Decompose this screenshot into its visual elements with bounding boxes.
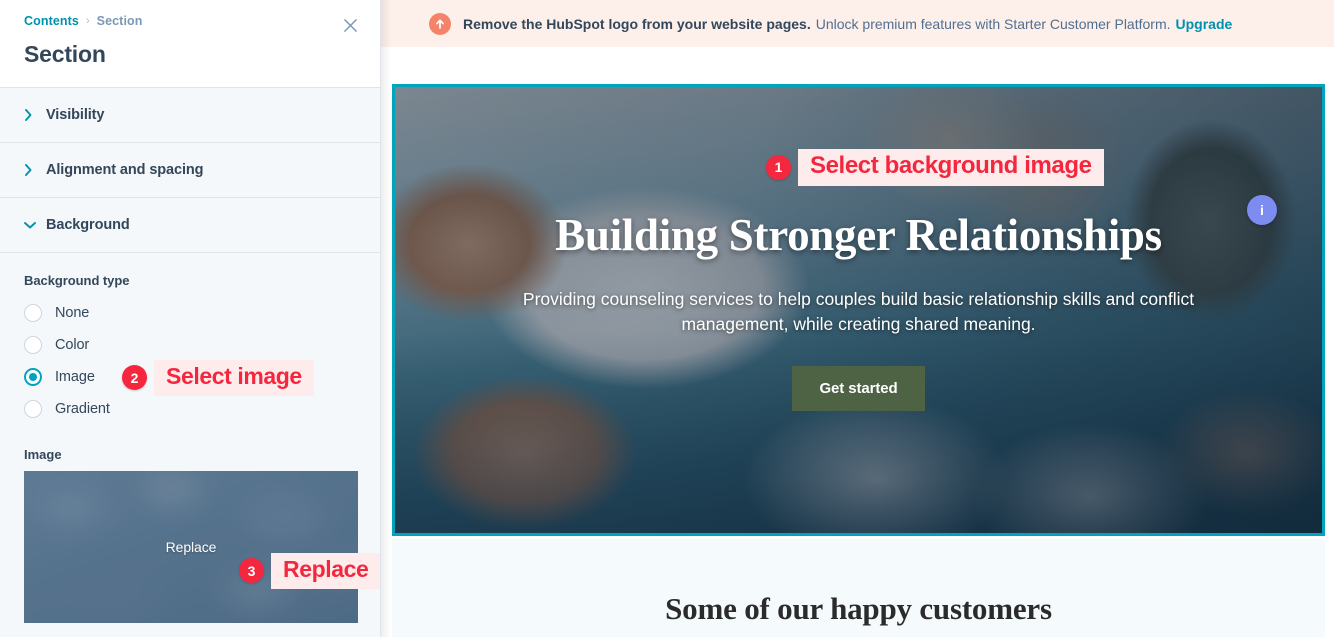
close-icon [343,18,358,38]
notice-headline: Remove the HubSpot logo from your websit… [463,15,811,32]
editor-root: Contents › Section Section Visibility Al… [0,0,1334,637]
chevron-down-icon [24,221,46,229]
accordion-label: Alignment and spacing [46,162,204,178]
breadcrumb: Contents › Section [24,14,356,28]
radio-label: Color [55,337,90,353]
happy-customers-heading: Some of our happy customers [665,591,1052,626]
radio-label: Gradient [55,401,110,417]
annotation-2-select-image: 2 Select image [122,360,314,396]
annotation-text: Select background image [798,149,1104,186]
hero-paragraph[interactable]: Providing counseling services to help co… [509,287,1209,337]
annotation-number: 2 [122,365,147,391]
breadcrumb-current: Section [96,14,143,28]
image-replace-label: Replace [165,539,217,555]
radio-option-gradient[interactable]: Gradient [24,393,356,425]
radio-mark-icon [24,304,42,322]
radio-mark-icon [24,336,42,354]
page-title: Section [24,41,106,67]
notice-subtext: Unlock premium features with Starter Cus… [815,15,1171,32]
accordion-label: Visibility [46,107,105,123]
panel-edge-shadow [381,0,391,637]
website-canvas: Building Stronger Relationships Providin… [391,47,1325,637]
annotation-3-replace: 3 Replace [239,553,381,589]
annotation-text: Select image [154,360,314,396]
chevron-right-icon [24,109,46,121]
image-field-label: Image [24,447,62,462]
sidebar-accordion-background[interactable]: Background [0,198,380,253]
get-started-button[interactable]: Get started [792,366,925,412]
radio-label: Image [55,369,95,385]
upgrade-arrow-icon [429,12,451,35]
sidebar-accordion-alignment-and-spacing[interactable]: Alignment and spacing [0,143,380,198]
upgrade-link[interactable]: Upgrade [1176,16,1233,32]
info-badge-icon[interactable]: i [1247,195,1277,225]
happy-customers-section: Some of our happy customers [392,539,1325,637]
image-thumbnail-replace-target[interactable]: Replace [24,471,358,623]
radio-mark-icon [24,400,42,418]
accordion-label: Background [46,217,130,233]
annotation-number: 3 [239,558,264,584]
annotation-1-select-background-image: 1 Select background image [766,149,1104,186]
breadcrumb-separator-icon: › [85,15,90,27]
hero-heading[interactable]: Building Stronger Relationships [555,209,1162,261]
close-panel-button[interactable] [337,15,363,41]
breadcrumb-contents-link[interactable]: Contents [24,14,79,28]
chevron-right-icon [24,164,46,176]
upgrade-notice-banner: Remove the HubSpot logo from your websit… [381,0,1334,47]
radio-label: None [55,305,90,321]
radio-option-none[interactable]: None [24,297,356,329]
radio-mark-selected-icon [24,368,42,386]
radio-option-color[interactable]: Color [24,329,356,361]
sidebar-header: Contents › Section Section [0,0,380,88]
section-settings-sidebar: Contents › Section Section Visibility Al… [0,0,381,637]
annotation-text: Replace [271,553,381,589]
background-type-label: Background type [24,273,130,288]
page-preview: Remove the HubSpot logo from your websit… [381,0,1334,637]
annotation-number: 1 [766,154,791,180]
sidebar-accordion-visibility[interactable]: Visibility [0,88,380,143]
